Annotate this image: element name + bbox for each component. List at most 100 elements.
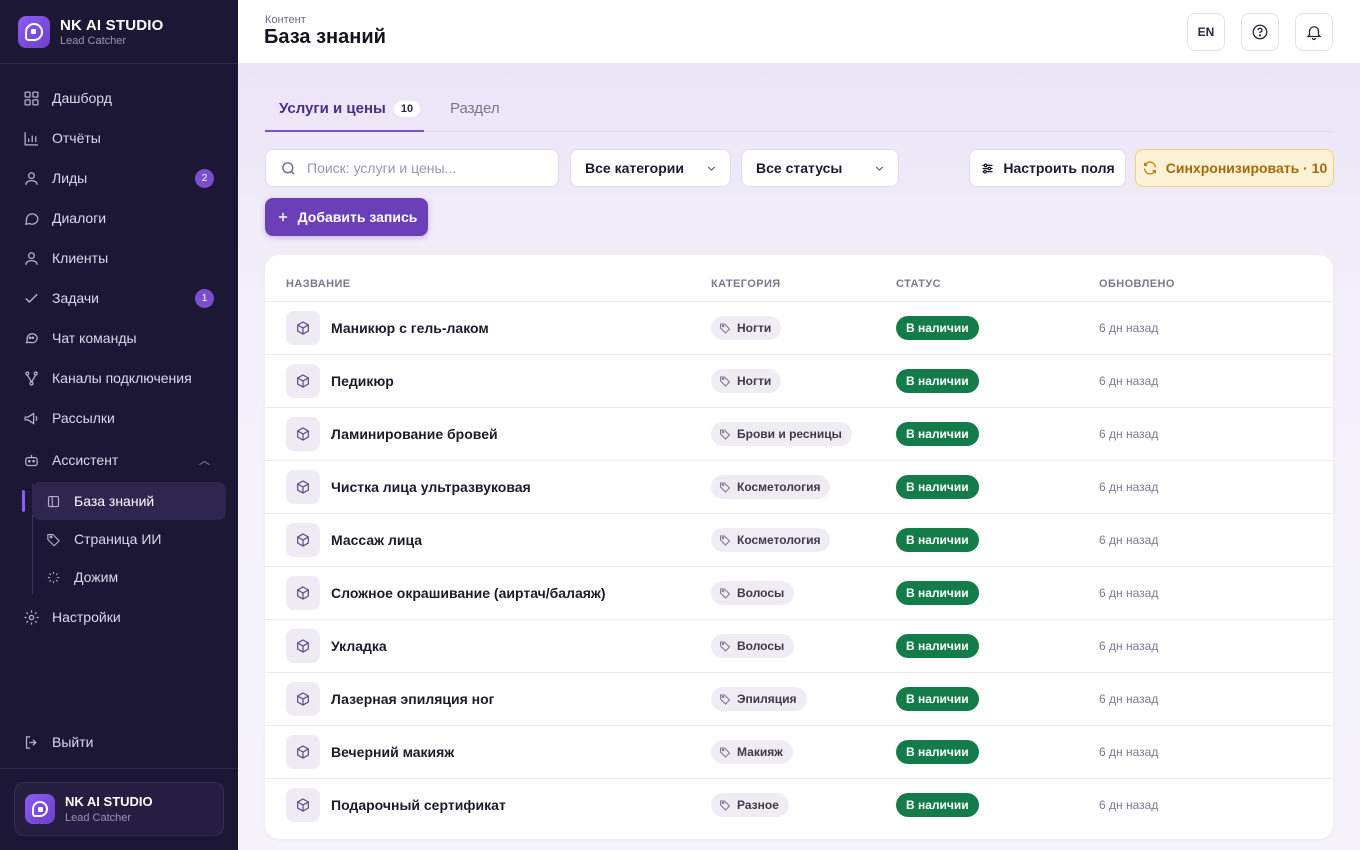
- robot-icon: [22, 451, 40, 469]
- tab-label: Раздел: [450, 100, 500, 117]
- language-button[interactable]: EN: [1187, 13, 1225, 51]
- help-button[interactable]: [1241, 13, 1279, 51]
- chat-bubble-icon: [22, 209, 40, 227]
- table-row[interactable]: Массаж лица Косметология В наличии 6 дн …: [265, 514, 1333, 567]
- box-icon: [286, 735, 320, 769]
- table-row[interactable]: Лазерная эпиляция ног Эпиляция В наличии…: [265, 673, 1333, 726]
- chevron-up-icon[interactable]: ︿: [199, 452, 210, 468]
- sidebar-item-clients[interactable]: Клиенты: [0, 238, 238, 278]
- sidebar-item-leads[interactable]: Лиды 2: [0, 158, 238, 198]
- column-header-name[interactable]: НАЗВАНИЕ: [286, 278, 351, 290]
- sidebar-subitem-follow-up[interactable]: Дожим: [32, 558, 226, 596]
- breadcrumb[interactable]: Контент: [265, 14, 306, 26]
- sidebar-item-label: Настройки: [52, 609, 121, 625]
- sidebar-item-assistant[interactable]: Ассистент ︿: [0, 440, 238, 480]
- sidebar-divider: [0, 63, 238, 64]
- team-chat-icon: [22, 329, 40, 347]
- help-icon: [1252, 24, 1268, 40]
- account-subtitle: Lead Catcher: [65, 812, 132, 824]
- category-chip: Косметология: [711, 475, 831, 499]
- megaphone-icon: [22, 409, 40, 427]
- record-name: Маникюр с гель-лаком: [331, 320, 489, 336]
- brand-subtitle: Lead Catcher: [60, 35, 127, 47]
- column-header-status[interactable]: СТАТУС: [896, 278, 941, 290]
- sidebar-subitem-ai-page[interactable]: Страница ИИ: [32, 520, 226, 558]
- refresh-icon: [1143, 161, 1156, 175]
- search-field[interactable]: [265, 149, 559, 187]
- tab-label: Услуги и цены: [279, 100, 386, 117]
- column-header-updated[interactable]: ОБНОВЛЕНО: [1099, 278, 1175, 290]
- updated-time: 6 дн назад: [1099, 374, 1159, 388]
- sidebar-item-reports[interactable]: Отчёты: [0, 118, 238, 158]
- sidebar-item-team-chat[interactable]: Чат команды: [0, 318, 238, 358]
- status-badge: В наличии: [896, 581, 979, 605]
- tab-section[interactable]: Раздел: [450, 100, 500, 117]
- brand[interactable]: NK AI STUDIO Lead Catcher: [18, 16, 164, 48]
- sidebar-item-mailings[interactable]: Рассылки: [0, 398, 238, 438]
- table-row[interactable]: Подарочный сертификат Разное В наличии 6…: [265, 779, 1333, 832]
- tag-icon: [720, 482, 731, 493]
- sidebar-subitem-knowledge-base[interactable]: База знаний: [22, 482, 226, 520]
- sidebar-item-logout[interactable]: Выйти: [0, 722, 238, 762]
- table-body: Маникюр с гель-лаком Ногти В наличии 6 д…: [265, 302, 1333, 832]
- table-header: НАЗВАНИЕ КАТЕГОРИЯ СТАТУС ОБНОВЛЕНО: [265, 255, 1333, 302]
- search-input[interactable]: [307, 160, 537, 176]
- category-label: Ногти: [737, 321, 772, 335]
- category-label: Волосы: [737, 586, 785, 600]
- table-row[interactable]: Ламинирование бровей Брови и ресницы В н…: [265, 408, 1333, 461]
- configure-fields-button[interactable]: Настроить поля: [969, 149, 1126, 187]
- category-chip: Макияж: [711, 740, 793, 764]
- sidebar-item-label: Клиенты: [52, 250, 109, 266]
- category-chip: Косметология: [711, 528, 831, 552]
- sidebar-subitem-label: Дожим: [74, 569, 119, 585]
- user-icon: [22, 249, 40, 267]
- table-row[interactable]: Укладка Волосы В наличии 6 дн назад: [265, 620, 1333, 673]
- sidebar-item-label: Задачи: [52, 290, 100, 306]
- sidebar-subitem-label: Страница ИИ: [74, 531, 162, 547]
- account-title: NK AI STUDIO: [65, 794, 153, 809]
- account-card[interactable]: NK AI STUDIO Lead Catcher: [14, 782, 224, 836]
- add-record-label: Добавить запись: [297, 209, 418, 225]
- table-row[interactable]: Педикюр Ногти В наличии 6 дн назад: [265, 355, 1333, 408]
- status-filter-select[interactable]: Все статусы: [741, 149, 899, 187]
- category-filter-select[interactable]: Все категории: [570, 149, 731, 187]
- tag-icon: [720, 376, 731, 387]
- table-row[interactable]: Чистка лица ультразвуковая Косметология …: [265, 461, 1333, 514]
- sidebar-item-label: Каналы подключения: [52, 370, 192, 386]
- logout-icon: [22, 733, 40, 751]
- table-row[interactable]: Сложное окрашивание (аиртач/балаяж) Воло…: [265, 567, 1333, 620]
- category-label: Разное: [737, 798, 779, 812]
- category-chip: Волосы: [711, 581, 795, 605]
- sidebar-item-dialogs[interactable]: Диалоги: [0, 198, 238, 238]
- status-badge: В наличии: [896, 316, 979, 340]
- main-content: Услуги и цены 10 Раздел Все категории Вс…: [238, 64, 1360, 850]
- tag-icon: [720, 800, 731, 811]
- sidebar-divider: [0, 768, 238, 769]
- sidebar-item-channels[interactable]: Каналы подключения: [0, 358, 238, 398]
- box-icon: [286, 682, 320, 716]
- add-record-button[interactable]: Добавить запись: [265, 198, 428, 236]
- sidebar-item-label: Выйти: [52, 734, 94, 750]
- tag-icon: [720, 641, 731, 652]
- status-filter-value: Все статусы: [756, 160, 843, 176]
- category-label: Эпиляция: [737, 692, 797, 706]
- category-chip: Брови и ресницы: [711, 422, 852, 446]
- updated-time: 6 дн назад: [1099, 480, 1159, 494]
- loader-icon: [46, 569, 62, 585]
- record-name: Педикюр: [331, 373, 394, 389]
- sidebar-item-settings[interactable]: Настройки: [0, 597, 238, 637]
- branch-icon: [22, 369, 40, 387]
- sync-button[interactable]: Синхронизировать · 10: [1135, 149, 1334, 187]
- status-badge: В наличии: [896, 634, 979, 658]
- plus-icon: [278, 212, 287, 222]
- sidebar-item-dashboard[interactable]: Дашборд: [0, 78, 238, 118]
- table-row[interactable]: Вечерний макияж Макияж В наличии 6 дн на…: [265, 726, 1333, 779]
- box-icon: [286, 788, 320, 822]
- tag-icon: [720, 323, 731, 334]
- column-header-category[interactable]: КАТЕГОРИЯ: [711, 278, 781, 290]
- table-row[interactable]: Маникюр с гель-лаком Ногти В наличии 6 д…: [265, 302, 1333, 355]
- category-filter-value: Все категории: [585, 160, 684, 176]
- sidebar-item-tasks[interactable]: Задачи 1: [0, 278, 238, 318]
- tab-services-prices[interactable]: Услуги и цены 10: [264, 100, 425, 132]
- notifications-button[interactable]: [1295, 13, 1333, 51]
